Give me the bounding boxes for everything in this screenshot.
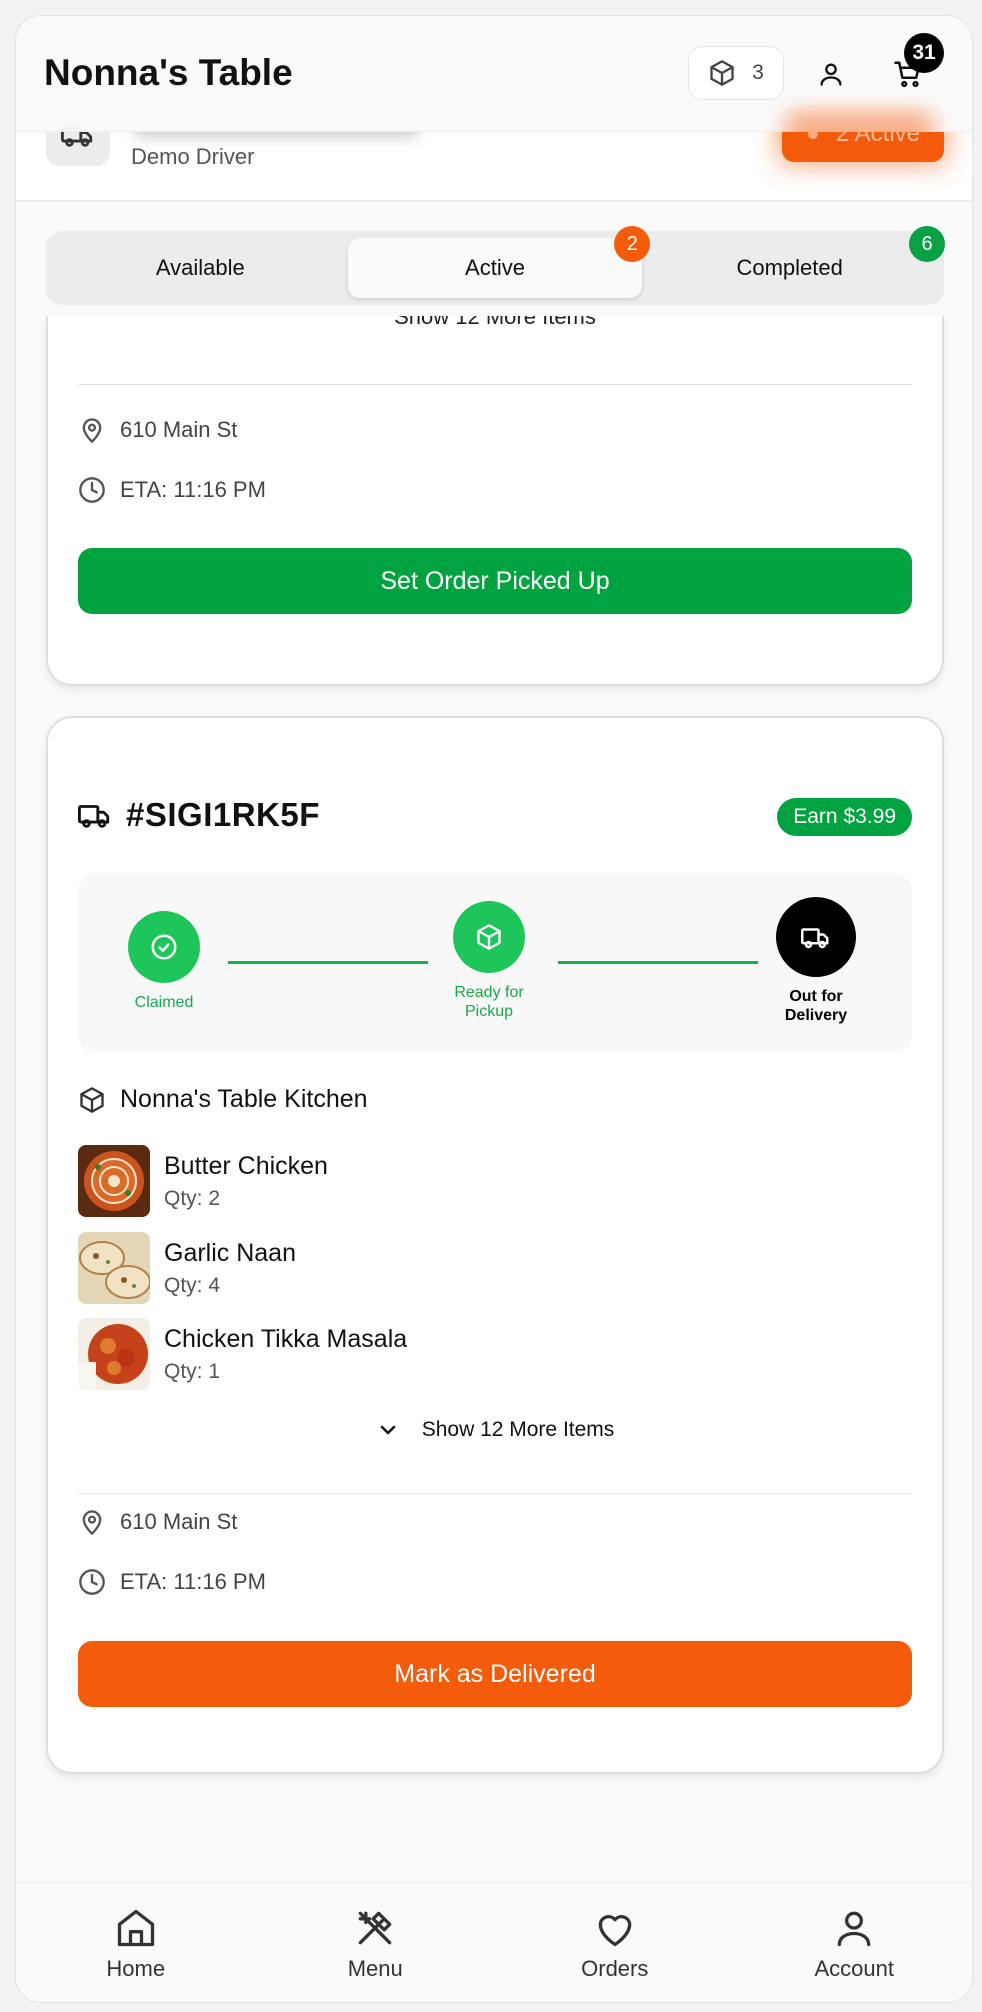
show-more-items-button[interactable]: Show 12 More Items (48, 316, 942, 330)
chevron-down-icon (380, 1425, 395, 1435)
nav-label: Orders (581, 1955, 649, 1981)
item-qty: Qty: 4 (164, 1273, 221, 1297)
step-label: Out for Delivery (784, 988, 848, 1024)
clock-icon (79, 1569, 105, 1595)
progress-line (558, 961, 758, 964)
step-claimed: Claimed (116, 911, 212, 1012)
step-out-for-delivery: Out for Delivery (764, 897, 868, 1025)
check-circle-icon (151, 934, 177, 960)
divider (78, 1493, 912, 1494)
nav-label: Home (106, 1955, 166, 1981)
step-circle (776, 897, 856, 977)
order-tabs: Available Active 2 Completed 6 (46, 226, 946, 305)
progress-line (228, 961, 428, 964)
header-glow (784, 111, 934, 151)
delivery-address: 610 Main St (78, 416, 237, 444)
restaurant-label: Nonna's Table Kitchen (120, 1085, 368, 1113)
item-qty: Qty: 1 (164, 1359, 221, 1383)
restaurant-name: Nonna's Table Kitchen (78, 1085, 368, 1114)
item-name: Chicken Tikka Masala (164, 1324, 408, 1353)
step-label: Claimed (134, 994, 194, 1011)
order-progress: Claimed Ready for Pickup Out for Deliver… (78, 873, 912, 1053)
earnings-badge: Earn $3.99 (777, 798, 912, 836)
delivery-address: 610 Main St (78, 1508, 237, 1536)
app-frame: Demo Driver 2 Active Available Active 2 … (15, 15, 973, 2003)
map-pin-icon (82, 418, 102, 443)
nav-home[interactable]: Home (16, 1883, 256, 2002)
set-picked-up-button[interactable]: Set Order Picked Up (78, 548, 912, 614)
tab-label: Active (465, 255, 525, 280)
order-id: #SIGI1RK5F (126, 796, 320, 833)
eta-text: ETA: 11:16 PM (120, 477, 266, 502)
show-more-label: Show 12 More Items (421, 1418, 615, 1441)
mark-delivered-button[interactable]: Mark as Delivered (78, 1641, 912, 1707)
truck-icon (78, 805, 110, 828)
nav-label: Menu (347, 1955, 403, 1981)
user-icon (820, 63, 842, 86)
nav-label: Account (814, 1955, 895, 1981)
tab-label: Completed (736, 255, 843, 280)
address-text: 610 Main St (120, 1509, 238, 1534)
step-label: Ready for Pickup (454, 984, 524, 1020)
step-ready: Ready for Pickup (441, 901, 537, 1021)
home-icon (117, 1909, 154, 1946)
package-icon (477, 924, 501, 950)
tab-label: Available (155, 255, 245, 280)
tab-completed[interactable]: Completed 6 (642, 226, 946, 298)
heart-icon (598, 1914, 632, 1946)
clock-icon (79, 477, 105, 503)
show-more-items-button[interactable]: Show 12 More Items (48, 1418, 942, 1442)
truck-icon (801, 928, 829, 949)
account-button[interactable] (811, 54, 851, 94)
app-header: Nonna's Table 3 31 (16, 16, 972, 151)
nav-menu[interactable]: Menu (256, 1883, 496, 2002)
bottom-nav: Home Menu Orders Account (16, 1882, 973, 2002)
tab-active[interactable]: Active 2 (347, 226, 651, 298)
step-circle (128, 911, 200, 983)
item-name: Butter Chicken (164, 1151, 328, 1180)
tab-available[interactable]: Available (53, 238, 348, 298)
list-item: Chicken Tikka Masala Qty: 1 (78, 1318, 407, 1390)
address-text: 610 Main St (120, 417, 238, 442)
order-card: Show 12 More Items 610 Main St ETA: 11:1… (46, 316, 944, 686)
garlic-naan-image (78, 1232, 150, 1304)
map-pin-icon (82, 1510, 102, 1535)
orders-count-button[interactable]: 3 (688, 46, 784, 100)
chicken-tikka-masala-image (78, 1318, 150, 1390)
tab-completed-badge: 6 (909, 226, 946, 262)
eta-text: ETA: 11:16 PM (120, 1569, 266, 1594)
user-icon (837, 1911, 871, 1946)
order-header: #SIGI1RK5F (78, 796, 320, 834)
eta: ETA: 11:16 PM (78, 1568, 266, 1596)
list-item: Garlic Naan Qty: 4 (78, 1232, 296, 1304)
list-item: Butter Chicken Qty: 2 (78, 1145, 328, 1217)
butter-chicken-image (78, 1145, 150, 1217)
utensils-icon (358, 1911, 392, 1944)
cart-count-badge: 31 (904, 33, 944, 73)
eta: ETA: 11:16 PM (78, 476, 266, 504)
nav-account[interactable]: Account (735, 1883, 973, 2002)
order-card: #SIGI1RK5F Earn $3.99 Claimed Ready for … (46, 716, 944, 1774)
brand-title[interactable]: Nonna's Table (44, 52, 293, 94)
package-icon (80, 1086, 104, 1113)
divider (78, 384, 912, 385)
driver-name: Demo Driver (131, 144, 255, 169)
step-circle (453, 901, 525, 973)
nav-orders[interactable]: Orders (495, 1883, 735, 2002)
orders-count: 3 (752, 61, 764, 84)
item-name: Garlic Naan (164, 1238, 296, 1267)
item-qty: Qty: 2 (164, 1186, 221, 1210)
package-icon (710, 60, 734, 86)
